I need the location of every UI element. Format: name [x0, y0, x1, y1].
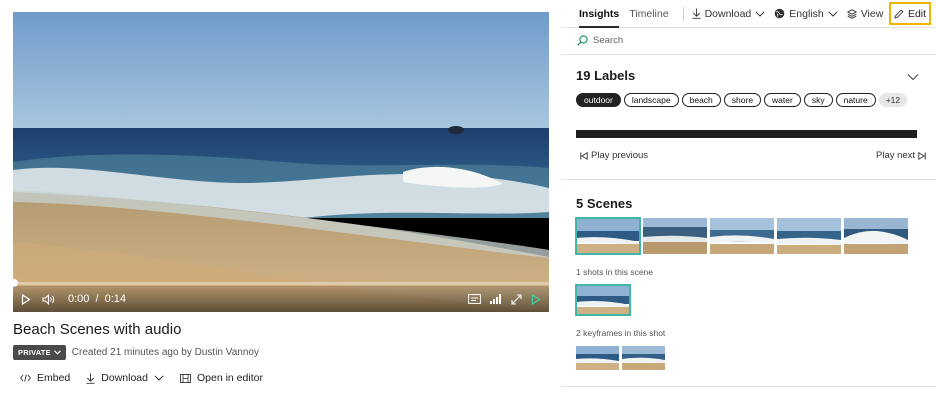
skip-next-icon: [918, 151, 926, 160]
view-label: View: [860, 7, 884, 20]
quality-icon[interactable]: [490, 289, 502, 309]
label-chips: outdoor landscape beach shore water sky …: [576, 93, 908, 107]
label-chip[interactable]: nature: [835, 93, 876, 107]
embed-label: Embed: [37, 372, 71, 384]
search-field[interactable]: Search: [577, 35, 623, 46]
keyframes-count-label: 2 keyframes in this shot: [576, 328, 666, 338]
layers-icon: [846, 8, 857, 19]
time-separator: /: [95, 293, 99, 305]
divider: [561, 54, 936, 55]
chevron-down-icon: [154, 375, 164, 381]
keyframe-thumbnail[interactable]: [576, 346, 619, 370]
privacy-dropdown[interactable]: PRIVATE: [13, 345, 66, 360]
scene-thumbnail[interactable]: [777, 218, 841, 254]
more-labels-chip[interactable]: +12: [878, 93, 908, 107]
scene-thumbnail[interactable]: [575, 217, 641, 255]
download-icon: [86, 373, 95, 384]
download-menu[interactable]: Download: [692, 8, 766, 20]
captions-icon[interactable]: [468, 289, 481, 309]
label-chip[interactable]: sky: [803, 93, 833, 107]
download-label: Download: [101, 372, 148, 384]
toolbar-divider: [682, 6, 684, 21]
keyframe-thumbnail[interactable]: [622, 346, 665, 370]
divider: [561, 179, 936, 180]
privacy-label: PRIVATE: [18, 348, 51, 357]
video-frame: [13, 12, 549, 312]
time-display: 0:00 / 0:14: [68, 293, 126, 305]
edit-label: Edit: [907, 7, 927, 20]
label-chip[interactable]: water: [764, 93, 801, 107]
keyframe-thumbnails: [576, 346, 665, 370]
scene-thumbnail[interactable]: [643, 218, 707, 254]
tab-timeline[interactable]: Timeline: [629, 0, 668, 28]
video-player[interactable]: 0:00 / 0:14: [13, 12, 549, 312]
embed-button[interactable]: Embed: [20, 372, 70, 384]
total-time: 0:14: [104, 293, 127, 305]
play-icon[interactable]: [21, 289, 31, 309]
video-actions: Embed Download Open in editor: [20, 372, 279, 384]
play-accent-icon[interactable]: [531, 289, 541, 309]
download-icon: [692, 8, 701, 19]
current-time: 0:00: [68, 293, 90, 305]
download-button[interactable]: Download: [86, 372, 164, 384]
fullscreen-icon[interactable]: [511, 289, 522, 309]
scene-thumbnail[interactable]: [710, 218, 774, 254]
labels-heading: 19 Labels: [576, 68, 636, 83]
code-icon: [20, 374, 31, 382]
scene-thumbnail[interactable]: [844, 218, 908, 254]
shot-thumbnail[interactable]: [575, 284, 631, 316]
download-menu-label: Download: [704, 7, 752, 20]
volume-icon[interactable]: [42, 289, 56, 309]
created-info: Created 21 minutes ago by Dustin Vannoy: [71, 347, 259, 358]
divider: [561, 386, 936, 387]
language-label: English: [789, 7, 824, 20]
chevron-down-icon: [755, 10, 765, 17]
insights-panel: Insights Timeline Download English View …: [561, 0, 936, 400]
progress-track[interactable]: [13, 282, 549, 285]
skip-previous-icon: [580, 151, 588, 160]
film-icon: [180, 373, 191, 383]
search-placeholder: Search: [593, 35, 624, 46]
open-in-editor-label: Open in editor: [196, 372, 263, 384]
search-icon: [577, 35, 588, 46]
pencil-icon: [894, 8, 904, 19]
play-next-button[interactable]: Play next: [876, 150, 926, 161]
shots-count-label: 1 shots in this scene: [576, 267, 654, 277]
video-meta: PRIVATE Created 21 minutes ago by Dustin…: [13, 345, 259, 360]
tab-insights[interactable]: Insights: [579, 0, 620, 28]
open-in-editor-button[interactable]: Open in editor: [180, 372, 263, 384]
scene-thumbnails: [575, 217, 908, 255]
video-title: Beach Scenes with audio: [13, 321, 182, 338]
shot-thumbnails: [575, 284, 631, 316]
label-chip[interactable]: shore: [723, 93, 762, 107]
edit-button[interactable]: Edit: [889, 2, 931, 25]
language-menu[interactable]: English: [774, 7, 838, 20]
globe-icon: [774, 8, 785, 19]
insights-toolbar: Insights Timeline Download English View: [561, 0, 936, 28]
label-chip[interactable]: beach: [681, 93, 721, 107]
chevron-down-icon: [53, 350, 61, 355]
label-chip[interactable]: landscape: [623, 93, 679, 107]
chevron-down-icon: [828, 10, 838, 17]
player-controls: 0:00 / 0:14: [13, 286, 549, 312]
label-timeline-bar[interactable]: [576, 130, 917, 138]
play-previous-label: Play previous: [591, 150, 649, 161]
label-chip[interactable]: outdoor: [576, 93, 621, 107]
play-previous-button[interactable]: Play previous: [580, 150, 648, 161]
play-next-label: Play next: [876, 150, 916, 161]
chevron-down-icon[interactable]: [907, 68, 919, 86]
scenes-heading: 5 Scenes: [576, 196, 633, 211]
